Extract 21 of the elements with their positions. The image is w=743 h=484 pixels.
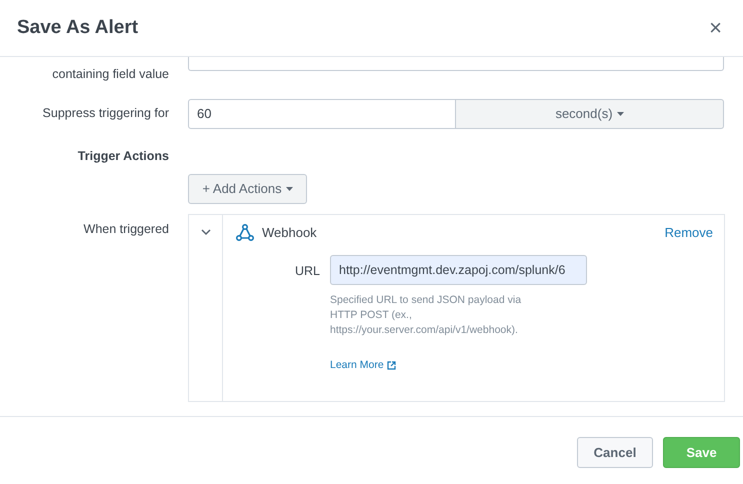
field-label: containing field value [52, 66, 169, 83]
caret-icon [616, 112, 624, 116]
chevron-icon[interactable] [200, 228, 212, 236]
field-label: Suppress triggering for [42, 105, 169, 122]
field-label: URL [294, 262, 320, 280]
unit-dropdown[interactable]: second(s) [456, 98, 724, 129]
caret-icon [286, 186, 293, 190]
url-field[interactable]: http://eventmgmt.dev.zapoj.com/splunk/6 [330, 254, 587, 284]
action-name: Webhook [262, 224, 317, 242]
section-heading: Trigger Actions [78, 148, 169, 165]
webhook-icon [235, 222, 255, 242]
field-label: When triggered [84, 220, 169, 238]
dialog-title: Save As Alert [17, 16, 138, 40]
cancel-button[interactable]: Cancel [577, 437, 653, 468]
learn-more-link[interactable]: Learn More [330, 358, 396, 374]
help-text: Specified URL to send JSON payload via HTTP POST (ex., https://your.server.com/api/v1/webhook). [330, 292, 522, 338]
remove-link[interactable]: Remove [664, 222, 713, 242]
add-actions-button[interactable]: + Add Actions [188, 174, 307, 204]
close-button[interactable]: × [705, 17, 726, 39]
number-field[interactable]: 60 [188, 98, 456, 129]
external-link-icon [386, 360, 396, 370]
